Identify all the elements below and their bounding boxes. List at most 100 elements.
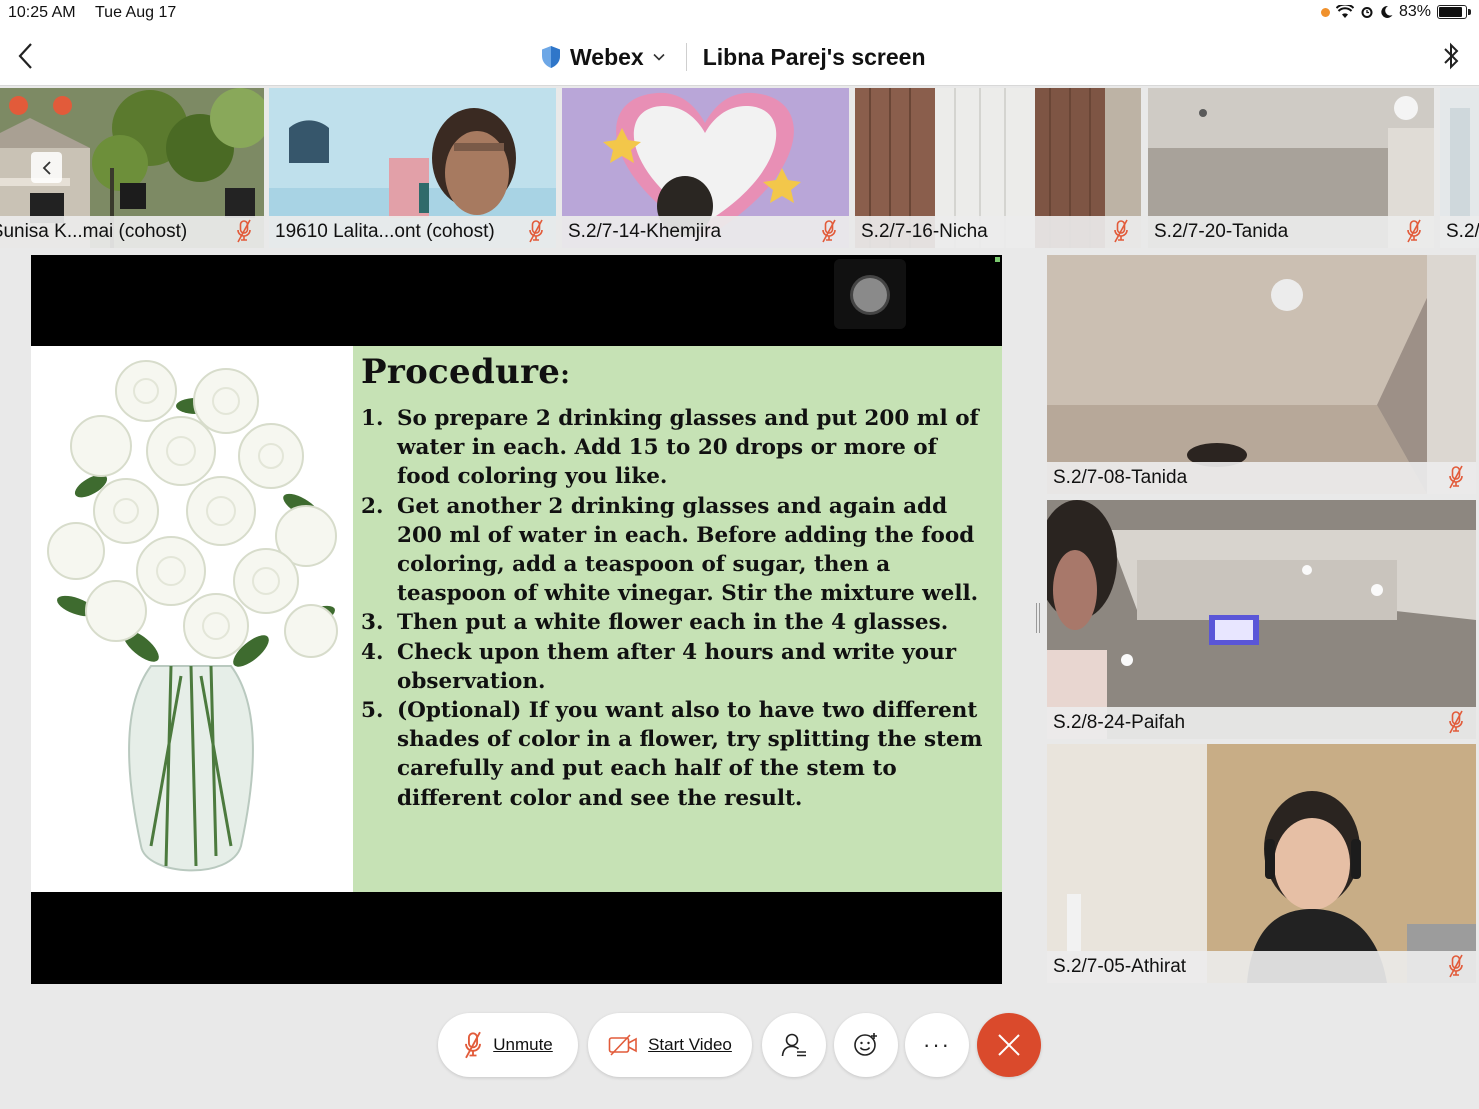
reactions-button[interactable] [834, 1013, 898, 1077]
webex-meeting-screen: { "status_bar": { "time": "10:25 AM", "d… [0, 0, 1479, 1109]
participant-name-bar: S.2/ [1440, 216, 1479, 248]
smiley-icon [854, 1033, 877, 1056]
slide-heading-text: Procedure [361, 352, 561, 392]
step-text: (Optional) If you want also to have two … [397, 698, 983, 811]
step-text: Check upon them after 4 hours and write … [397, 639, 957, 694]
status-bar: 10:25 AM Tue Aug 17 83% [0, 0, 1479, 28]
mic-muted-icon [1407, 219, 1421, 243]
panel-resize-handle[interactable] [1036, 603, 1040, 633]
participant-name: S.2/8-24-Paifah [1053, 712, 1186, 733]
unmute-button[interactable]: Unmute [438, 1013, 578, 1077]
shared-screen-title: Libna Parej's screen [702, 43, 926, 70]
step-text: Then put a white flower each in the 4 gl… [397, 610, 949, 636]
presentation-slide: Procedure: 1. So prepare 2 drinking glass… [31, 346, 1002, 892]
participant-name: S.2/7-05-Athirat [1053, 956, 1187, 977]
participant-name-bar: S.2/7-08-Tanida [1047, 462, 1476, 494]
meeting-controls: Unmute Start Video ··· [0, 1010, 1479, 1080]
end-call-button[interactable] [977, 1013, 1041, 1077]
battery-percent: 83% [1398, 3, 1431, 20]
step-number: 4. [361, 639, 384, 665]
mic-in-use-icon [1320, 7, 1330, 17]
participant-name: 19610 Lalita...ont (cohost) [275, 221, 495, 242]
more-options-button[interactable]: ··· [905, 1013, 969, 1077]
chevron-left-icon [18, 43, 32, 69]
start-video-button[interactable]: Start Video [588, 1013, 752, 1077]
alarm-icon [1361, 7, 1373, 18]
participant-name-bar: S.2/7-05-Athirat [1047, 951, 1476, 983]
video-feed-room-ceiling [1047, 500, 1476, 739]
participant-tile[interactable]: S.2/ [1440, 88, 1479, 248]
status-time: 10:25 AM [8, 4, 76, 21]
procedure-step: 3. Then put a white flower each in the 4 … [361, 608, 997, 637]
participant-name-bar: S.2/8-24-Paifah [1047, 707, 1476, 739]
participant-name: S.2/7-08-Tanida [1053, 467, 1188, 488]
step-number: 2. [361, 493, 384, 519]
bluetooth-icon[interactable] [1441, 40, 1461, 72]
strip-scroll-left-button[interactable] [31, 152, 62, 183]
participant-tile[interactable]: S.2/7-16-Nicha [855, 88, 1141, 248]
participants-button[interactable] [762, 1013, 826, 1077]
participant-strip[interactable]: s.Sunisa K...mai (cohost) 19610 Lalita..… [0, 88, 1479, 248]
video-off-icon [608, 1034, 637, 1056]
status-indicators: 83% [1320, 3, 1471, 21]
participant-name-bar: 19610 Lalita...ont (cohost) [269, 216, 556, 248]
start-video-label: Start Video [648, 1035, 732, 1054]
mic-muted-icon [1449, 954, 1463, 978]
recording-badge-icon [53, 96, 72, 115]
moon-icon [1381, 5, 1393, 18]
mic-muted-icon [465, 1031, 482, 1059]
meeting-header: Webex Libna Parej's screen [0, 28, 1479, 86]
participant-name-bar: S.2/7-20-Tanida [1148, 216, 1434, 248]
participants-icon [781, 1033, 806, 1057]
participant-name: S.2/7-20-Tanida [1154, 221, 1289, 242]
slide-heading: Procedure: [361, 352, 997, 392]
header-center: Webex Libna Parej's screen [540, 40, 926, 74]
participant-tile[interactable]: S.2/7-14-Khemjira [562, 88, 849, 248]
step-number: 1. [361, 406, 384, 431]
battery-icon [1437, 5, 1471, 19]
app-name-dropdown[interactable]: Webex [570, 44, 644, 71]
step-text: Get another 2 drinking glasses and again… [397, 493, 979, 607]
battery-level-fill [1439, 7, 1463, 17]
mic-muted-icon [822, 219, 836, 243]
chevron-left-icon [42, 160, 51, 175]
step-text: So prepare 2 drinking glasses and put 20… [397, 406, 979, 490]
status-date: Tue Aug 17 [95, 4, 177, 21]
procedure-step: 4. Check upon them after 4 hours and writ… [361, 638, 997, 696]
mic-muted-icon [237, 219, 251, 243]
header-divider [685, 43, 687, 71]
participant-name: S.2/7-14-Khemjira [568, 221, 722, 242]
procedure-step: 1. So prepare 2 drinking glasses and put … [361, 404, 997, 492]
participant-tile[interactable]: S.2/7-05-Athirat [1047, 744, 1476, 983]
procedure-steps: 1. So prepare 2 drinking glasses and put … [361, 404, 997, 813]
participant-name: s.Sunisa K...mai (cohost) [0, 221, 188, 242]
white-roses-image [31, 346, 353, 892]
video-feed-boy-headphones [1047, 744, 1476, 983]
participant-tile[interactable]: S.2/8-24-Paifah [1047, 500, 1476, 739]
wifi-icon [1335, 5, 1354, 18]
participant-tile[interactable]: 19610 Lalita...ont (cohost) [269, 88, 556, 248]
shared-screen-view[interactable]: Procedure: 1. So prepare 2 drinking glass… [31, 255, 1002, 984]
mic-muted-icon [1114, 219, 1128, 243]
participant-tile[interactable]: S.2/7-20-Tanida [1148, 88, 1434, 248]
close-icon [998, 1034, 1020, 1056]
participant-name: S.2/7-16-Nicha [861, 221, 988, 242]
participant-name: S.2/ [1446, 221, 1479, 242]
mic-muted-icon [529, 219, 543, 243]
step-number: 3. [361, 610, 384, 636]
video-feed-ceiling-light [1047, 255, 1476, 494]
slide-heading-colon: : [560, 360, 571, 390]
chevron-down-icon[interactable] [652, 50, 666, 64]
shield-icon [542, 46, 560, 68]
procedure-step: 2. Get another 2 drinking glasses and aga… [361, 492, 997, 609]
sharing-indicator [995, 257, 1000, 262]
more-icon: ··· [923, 1032, 951, 1057]
procedure-step: 5. (Optional) If you want also to have tw… [361, 696, 997, 813]
presenter-camera-dot [834, 259, 906, 329]
participant-tile[interactable]: S.2/7-08-Tanida [1047, 255, 1476, 494]
rose-vase-illustration [31, 346, 353, 892]
back-button[interactable] [10, 38, 40, 74]
procedure-text: Procedure: 1. So prepare 2 drinking glass… [361, 352, 997, 813]
mic-muted-icon [1449, 710, 1463, 734]
step-number: 5. [361, 698, 384, 724]
